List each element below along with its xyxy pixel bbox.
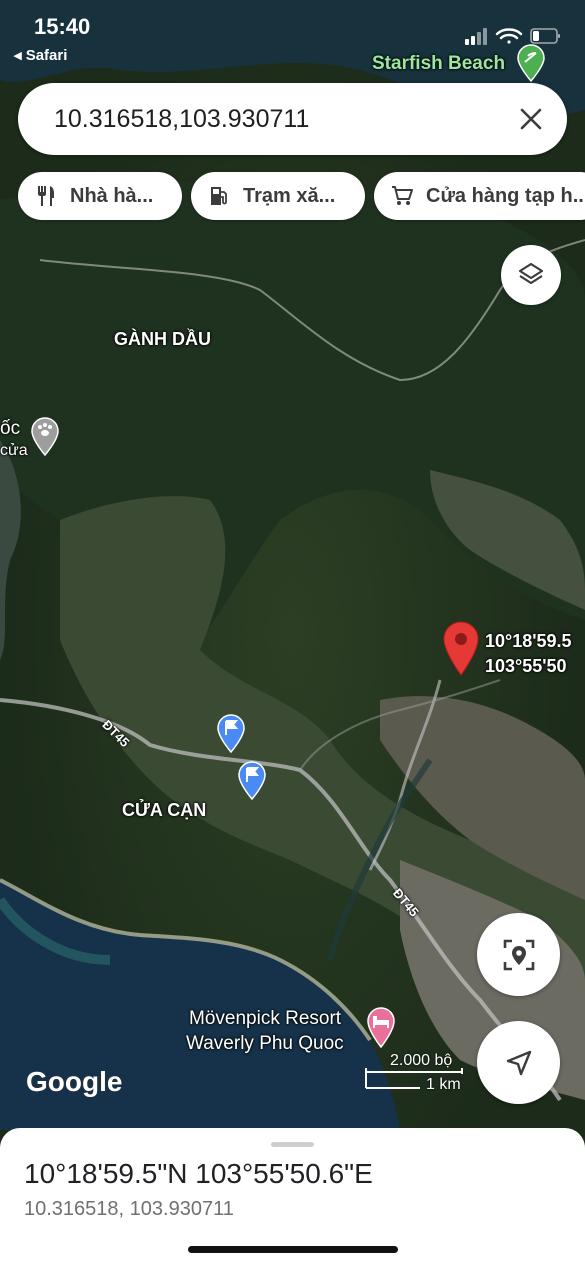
focus-location-button[interactable]	[477, 913, 560, 996]
left-poi-label: ốc	[0, 418, 21, 439]
chip-label: Nhà hà...	[70, 185, 154, 207]
search-bar[interactable]: 10.316518,103.930711	[18, 83, 567, 155]
navigation-arrow-icon	[506, 1050, 531, 1075]
battery-icon	[530, 28, 560, 44]
map-scale-bar: 2.000 bộ 1 km	[364, 1052, 464, 1096]
coordinates-decimal: 10.316518, 103.930711	[24, 1198, 234, 1220]
pet-poi-pin-icon[interactable]	[30, 416, 60, 456]
flag-marker-icon[interactable]	[237, 760, 267, 800]
resort-name-line2: Waverly Phu Quoc	[186, 1033, 344, 1054]
pin-latitude-label: 10°18'59.5	[485, 631, 572, 651]
search-query-text[interactable]: 10.316518,103.930711	[54, 105, 309, 134]
chip-label: Trạm xă...	[243, 185, 336, 207]
grocery-cart-icon	[392, 186, 413, 205]
sheet-drag-handle[interactable]	[271, 1142, 314, 1147]
left-poi-sublabel: cửa	[0, 442, 28, 459]
cua-can-area-label: CỬA CẠN	[122, 800, 207, 820]
hotel-pin-icon[interactable]	[366, 1006, 396, 1048]
status-icons	[465, 26, 565, 51]
home-indicator[interactable]	[188, 1246, 398, 1253]
close-icon[interactable]	[515, 103, 547, 135]
location-focus-icon	[503, 939, 534, 970]
wifi-icon	[495, 28, 523, 44]
google-logo: Google	[26, 1066, 123, 1097]
signal-icon	[465, 28, 487, 45]
dropped-pin-sheet[interactable]: 10°18'59.5"N 103°55'50.6"E 10.316518, 10…	[0, 1128, 585, 1266]
coordinates-dms: 10°18'59.5"N 103°55'50.6"E	[24, 1158, 373, 1189]
chip-gas-stations[interactable]: Trạm xă...	[191, 172, 365, 220]
flag-marker-icon[interactable]	[216, 713, 246, 753]
layers-button[interactable]	[501, 245, 561, 305]
starfish-beach-label[interactable]: Starfish Beach	[372, 53, 505, 75]
layers-icon	[518, 262, 544, 285]
satellite-map[interactable]: 15:40 ◂ Safari Starfish Beach 10.316518,…	[0, 0, 585, 1266]
scale-ruler	[365, 1068, 463, 1089]
navigate-button[interactable]	[477, 1021, 560, 1104]
chip-label: Cửa hàng tạp h...	[426, 185, 585, 207]
dropped-pin-icon[interactable]	[442, 620, 480, 676]
gas-station-icon	[211, 187, 227, 205]
resort-name-line1: Mövenpick Resort	[189, 1008, 342, 1029]
chip-grocery[interactable]: Cửa hàng tạp h...	[374, 172, 585, 220]
status-time: 15:40	[34, 14, 91, 39]
back-to-safari-link[interactable]: ◂ Safari	[14, 46, 67, 64]
restaurant-icon	[38, 186, 54, 206]
pin-longitude-label: 103°55'50	[485, 656, 567, 676]
chip-restaurants[interactable]: Nhà hà...	[18, 172, 182, 220]
ganh-dau-area-label: GÀNH DẦU	[114, 329, 211, 349]
beach-pin-icon[interactable]	[516, 44, 546, 82]
